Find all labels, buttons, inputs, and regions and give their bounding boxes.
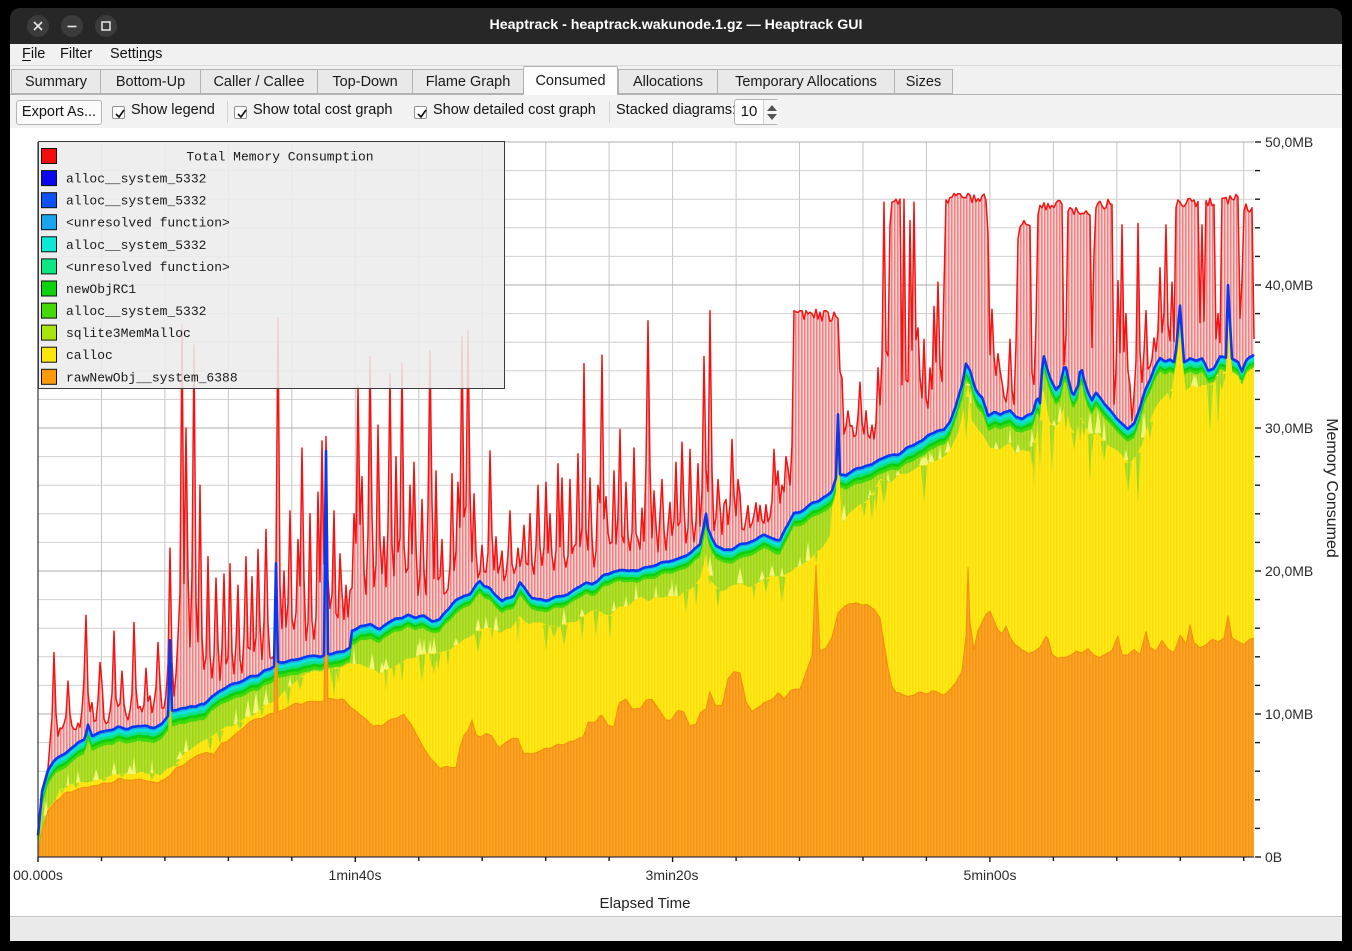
svg-text:alloc__system_5332: alloc__system_5332 [66, 194, 206, 209]
svg-text:30,0MB: 30,0MB [1265, 420, 1313, 436]
svg-text:Memory Consumed: Memory Consumed [1323, 418, 1340, 558]
svg-text:alloc__system_5332: alloc__system_5332 [66, 238, 206, 253]
svg-text:1min40s: 1min40s [329, 867, 382, 883]
svg-text:Elapsed Time: Elapsed Time [600, 895, 691, 912]
svg-text:Total Memory Consumption: Total Memory Consumption [186, 150, 373, 165]
svg-text:3min20s: 3min20s [646, 867, 699, 883]
svg-text:alloc__system_5332: alloc__system_5332 [66, 172, 206, 187]
svg-text:newObjRC1: newObjRC1 [66, 282, 136, 297]
svg-text:alloc__system_5332: alloc__system_5332 [66, 304, 206, 319]
svg-text:<unresolved function>: <unresolved function> [66, 216, 230, 231]
svg-text:40,0MB: 40,0MB [1265, 277, 1313, 293]
svg-text:rawNewObj__system_6388: rawNewObj__system_6388 [66, 370, 238, 385]
svg-text:<unresolved function>: <unresolved function> [66, 260, 230, 275]
svg-text:sqlite3MemMalloc: sqlite3MemMalloc [66, 326, 191, 341]
svg-text:50,0MB: 50,0MB [1265, 134, 1313, 150]
svg-text:0B: 0B [1265, 849, 1282, 865]
svg-text:10,0MB: 10,0MB [1265, 706, 1313, 722]
svg-text:calloc: calloc [66, 348, 113, 363]
svg-text:00.000s: 00.000s [13, 867, 63, 883]
svg-text:5min00s: 5min00s [964, 867, 1017, 883]
svg-text:20,0MB: 20,0MB [1265, 563, 1313, 579]
